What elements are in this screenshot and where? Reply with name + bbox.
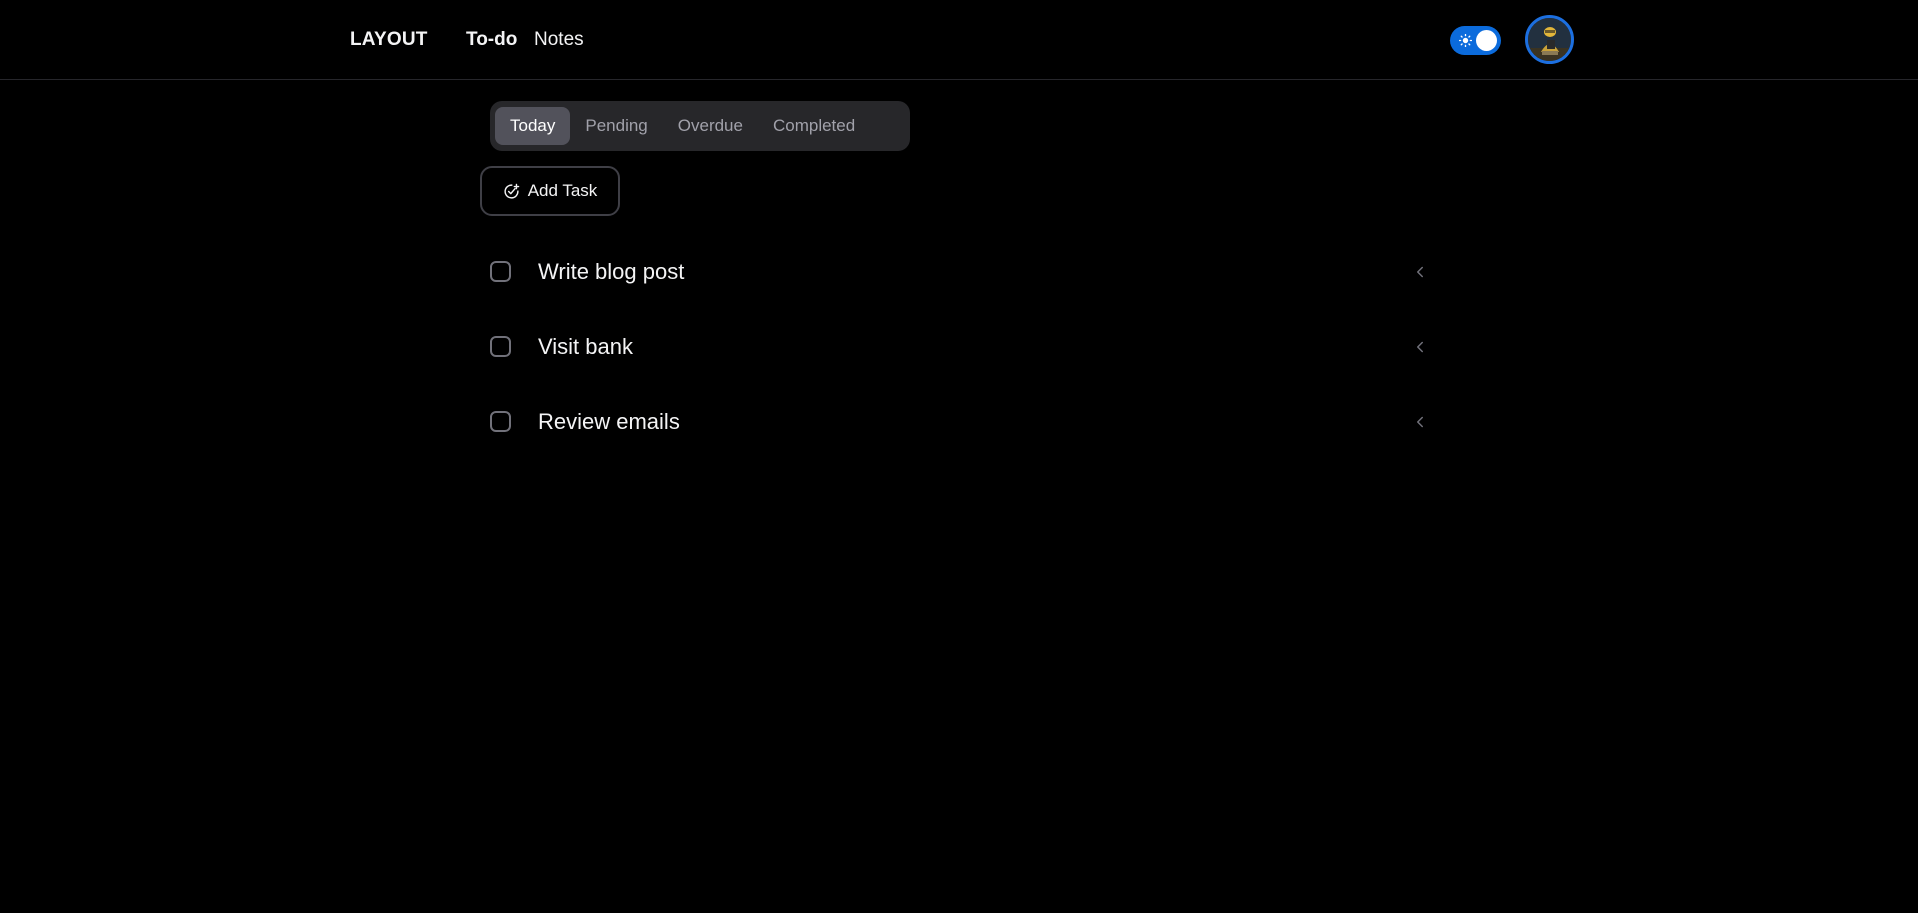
task-row: Visit bank [489, 309, 1429, 384]
task-list: Write blog post Visit bank Review emails [489, 234, 1429, 459]
chevron-left-icon[interactable] [1411, 263, 1429, 281]
sun-icon [1459, 34, 1472, 47]
user-avatar-icon [1528, 18, 1571, 61]
top-navbar: LAYOUT To-do Notes [0, 0, 1918, 80]
tab-pending[interactable]: Pending [570, 107, 662, 145]
tab-today[interactable]: Today [495, 107, 571, 145]
brand-logo[interactable]: LAYOUT [350, 29, 428, 51]
add-task-button[interactable]: Add Task [480, 166, 620, 216]
tab-overdue[interactable]: Overdue [663, 107, 758, 145]
task-checkbox[interactable] [490, 261, 511, 282]
theme-toggle[interactable] [1450, 26, 1501, 55]
task-row: Write blog post [489, 234, 1429, 309]
task-title: Review emails [538, 408, 680, 434]
task-filter-tabs: Today Pending Overdue Completed [490, 101, 910, 151]
nav-link-todo[interactable]: To-do [466, 29, 517, 51]
task-title: Write blog post [538, 258, 685, 284]
add-task-label: Add Task [527, 181, 598, 200]
task-title: Visit bank [538, 333, 633, 359]
toggle-knob [1476, 30, 1497, 51]
tab-completed[interactable]: Completed [758, 107, 870, 145]
user-avatar[interactable] [1525, 15, 1574, 64]
chevron-left-icon[interactable] [1411, 338, 1429, 356]
chevron-left-icon[interactable] [1411, 413, 1429, 431]
app-root: LAYOUT To-do Notes Today Pending Overdue… [0, 0, 1918, 913]
nav-link-notes[interactable]: Notes [534, 29, 584, 51]
task-row: Review emails [489, 384, 1429, 459]
task-checkbox[interactable] [490, 336, 511, 357]
circle-check-plus-icon [504, 183, 519, 199]
task-checkbox[interactable] [490, 411, 511, 432]
